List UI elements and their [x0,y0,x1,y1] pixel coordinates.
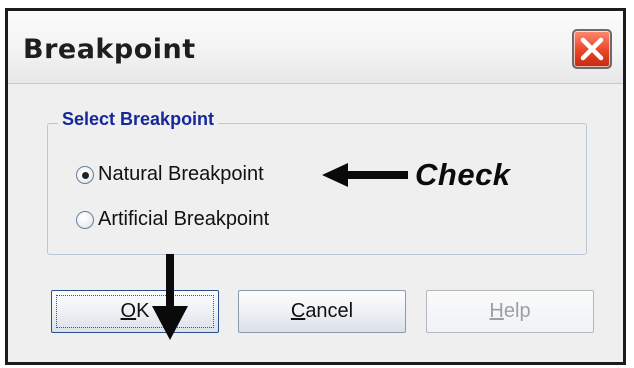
down-arrow-icon [152,254,188,340]
group-title: Select Breakpoint [58,109,219,130]
radio-artificial-breakpoint[interactable]: Artificial Breakpoint [76,208,269,231]
cancel-button-label: Cancel [290,300,354,322]
close-button[interactable] [572,29,612,69]
radio-label: Natural Breakpoint [98,163,264,185]
close-icon [580,37,604,61]
dialog-title: Breakpoint [23,34,196,65]
radio-selected-icon[interactable] [76,165,94,184]
check-annotation: Check [415,157,511,192]
help-button-label: Help [489,300,531,322]
ok-button[interactable]: OK [51,290,219,333]
radio-unselected-icon[interactable] [76,210,94,229]
title-bar[interactable]: Breakpoint [8,11,623,84]
left-arrow-icon [322,163,408,187]
help-button[interactable]: Help [426,290,594,333]
radio-label: Artificial Breakpoint [98,208,270,230]
radio-natural-breakpoint[interactable]: Natural Breakpoint [76,163,264,186]
cancel-button[interactable]: Cancel [238,290,406,333]
